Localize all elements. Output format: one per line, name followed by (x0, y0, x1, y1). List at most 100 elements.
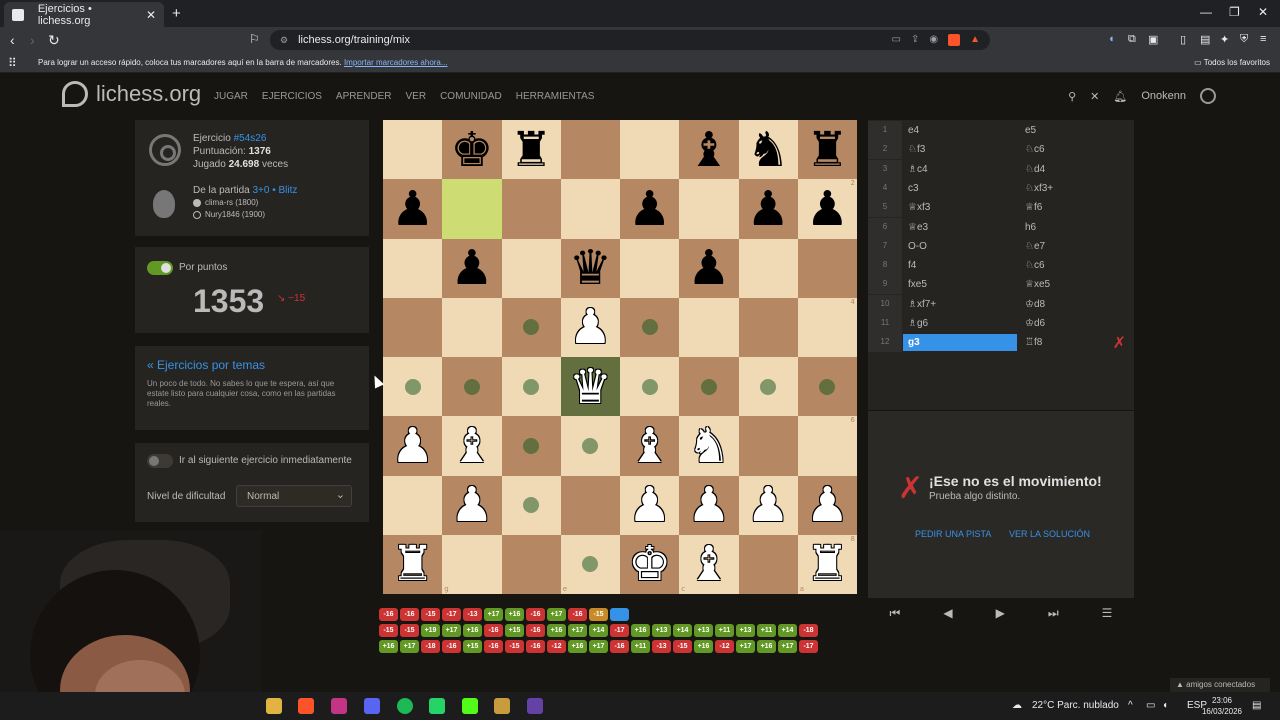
notifications-icon[interactable]: 🔔︎ (1113, 90, 1127, 103)
extensions-icon[interactable]: ⧉ (1128, 33, 1136, 46)
move-dest-dot[interactable] (582, 437, 599, 454)
history-badge[interactable]: +17 (484, 608, 503, 621)
history-badge[interactable]: +16 (568, 640, 587, 653)
history-badge[interactable]: -13 (463, 608, 482, 621)
black-move[interactable]: ♖f8 (1025, 337, 1042, 348)
move-dest-dot[interactable] (700, 378, 717, 395)
board-square[interactable] (383, 297, 443, 357)
board-square[interactable] (620, 357, 680, 417)
black-move[interactable]: ♘xf3+ (1025, 183, 1053, 194)
white-move[interactable]: ♗c4 (908, 164, 928, 175)
reload-icon[interactable]: ↻ (48, 32, 60, 49)
history-badge[interactable]: +13 (694, 624, 713, 637)
move-dest-dot[interactable] (404, 378, 421, 395)
board-square[interactable]: f (501, 534, 561, 594)
all-favorites-button[interactable]: ▭ Todos los favoritos (1194, 58, 1270, 67)
black-pawn-piece[interactable]: ♟ (806, 185, 849, 233)
brave-shields-icon[interactable] (948, 34, 961, 46)
move-dest-dot[interactable] (523, 497, 540, 514)
history-badge[interactable]: -16 (442, 640, 461, 653)
white-pawn-piece[interactable]: ♟ (806, 481, 849, 529)
black-queen-piece[interactable]: ♛ (569, 244, 612, 292)
board-square[interactable] (560, 416, 620, 476)
site-logo[interactable]: lichess.org (62, 81, 201, 107)
black-rook-piece[interactable]: ♜ (510, 126, 553, 174)
history-badge[interactable]: -17 (610, 624, 629, 637)
board-square[interactable] (501, 475, 561, 535)
board-square[interactable] (738, 297, 798, 357)
avatar[interactable] (1200, 88, 1216, 104)
board-square[interactable]: ♟ (620, 475, 680, 535)
white-pawn-piece[interactable]: ♟ (391, 422, 434, 470)
black-move[interactable]: ♕f6 (1025, 202, 1042, 213)
nav-learn[interactable]: APRENDER (336, 91, 392, 102)
board-square[interactable] (383, 357, 443, 417)
board-square[interactable]: ♟ 7 (797, 475, 857, 535)
black-pawn-piece[interactable]: ♟ (747, 185, 790, 233)
black-move[interactable]: h6 (1025, 222, 1036, 233)
move-dest-dot[interactable] (641, 319, 658, 336)
history-badge[interactable]: -15 (421, 608, 440, 621)
nav-watch[interactable]: VER (406, 91, 427, 102)
bookmark-icon[interactable]: ⚐ (249, 32, 260, 46)
restore-icon[interactable]: ❐ (1229, 5, 1240, 19)
history-badge[interactable]: +19 (421, 624, 440, 637)
history-badge[interactable]: +16 (547, 624, 566, 637)
board-square[interactable]: ♚ (442, 120, 502, 180)
black-pawn-piece[interactable]: ♟ (391, 185, 434, 233)
nav-tools[interactable]: HERRAMIENTAS (516, 91, 595, 102)
network-icon[interactable]: ▭ (1146, 700, 1155, 711)
white-pawn-piece[interactable]: ♟ (747, 481, 790, 529)
prev-move-icon[interactable]: ◀ (943, 606, 952, 620)
board-square[interactable]: ♜ 1 (797, 120, 857, 180)
notification-center-icon[interactable]: ▤ (1252, 700, 1261, 711)
board-square[interactable] (560, 475, 620, 535)
screenshot-icon[interactable]: ▣ (1148, 33, 1158, 46)
history-badge[interactable]: -16 (568, 608, 587, 621)
history-badge[interactable]: -15 (589, 608, 608, 621)
board-square[interactable] (620, 238, 680, 298)
white-move[interactable]: e4 (908, 125, 919, 136)
board-square[interactable] (442, 357, 502, 417)
difficulty-select[interactable]: Normal (236, 485, 352, 507)
white-rook-piece[interactable]: ♜ (391, 540, 434, 588)
white-knight-piece[interactable]: ♞ (687, 422, 730, 470)
rated-toggle[interactable] (147, 261, 173, 275)
board-square[interactable]: ♜ 8 a (797, 534, 857, 594)
move-dest-dot[interactable] (582, 556, 599, 573)
history-badge[interactable]: +14 (589, 624, 608, 637)
white-move[interactable]: g3 (903, 334, 1017, 352)
board-square[interactable]: ♞ (738, 120, 798, 180)
history-badge[interactable]: -16 (484, 640, 503, 653)
board-square[interactable] (738, 238, 798, 298)
board-square[interactable] (679, 357, 739, 417)
first-move-icon[interactable]: ⏮ (890, 606, 901, 621)
spotify-icon[interactable] (397, 698, 413, 714)
history-badge[interactable]: -16 (379, 608, 398, 621)
menu-icon[interactable]: ☰ (1102, 606, 1113, 620)
history-badge[interactable]: -16 (526, 624, 545, 637)
chess-board[interactable]: ♚ ♜ ♝ ♞ ♜ 1 ♟ ♟ ♟ ♟ 2 ♟ ♛ ♟ 3 ♟ 4 ♛ 5 ♟ ♝ ♝ ♞ 6 ♟ ♟ ♟ ♟ ♟ 7 ♜ h g f e ♚ d ♝ c b… (383, 120, 857, 594)
board-square[interactable]: ♟ (383, 179, 443, 239)
move-dest-dot[interactable] (641, 378, 658, 395)
board-square[interactable]: ♟ (679, 238, 739, 298)
history-badge[interactable]: -16 (400, 608, 419, 621)
white-bishop-piece[interactable]: ♝ (687, 540, 730, 588)
black-move[interactable]: ♘d4 (1025, 164, 1045, 175)
history-badge[interactable]: -13 (652, 640, 671, 653)
address-bar[interactable]: ⚙ lichess.org/training/mix ▭ ⇪ ◉ ▲ (270, 30, 990, 50)
white-king-piece[interactable]: ♚ (628, 540, 671, 588)
history-badge[interactable]: -17 (442, 608, 461, 621)
site-info-icon[interactable]: ⚙ (280, 35, 288, 46)
board-square[interactable]: 5 (797, 357, 857, 417)
next-move-icon[interactable]: ▶ (996, 606, 1005, 620)
board-square[interactable]: ♚ d (620, 534, 680, 594)
black-pawn-piece[interactable]: ♟ (687, 244, 730, 292)
themes-link[interactable]: « Ejercicios por temas (147, 358, 265, 372)
history-badge[interactable]: +15 (505, 624, 524, 637)
history-badge[interactable]: +16 (694, 640, 713, 653)
board-square[interactable] (738, 416, 798, 476)
board-square[interactable]: ♟ (383, 416, 443, 476)
close-window-icon[interactable]: ✕ (1258, 5, 1268, 19)
white-move[interactable]: c3 (908, 183, 919, 194)
